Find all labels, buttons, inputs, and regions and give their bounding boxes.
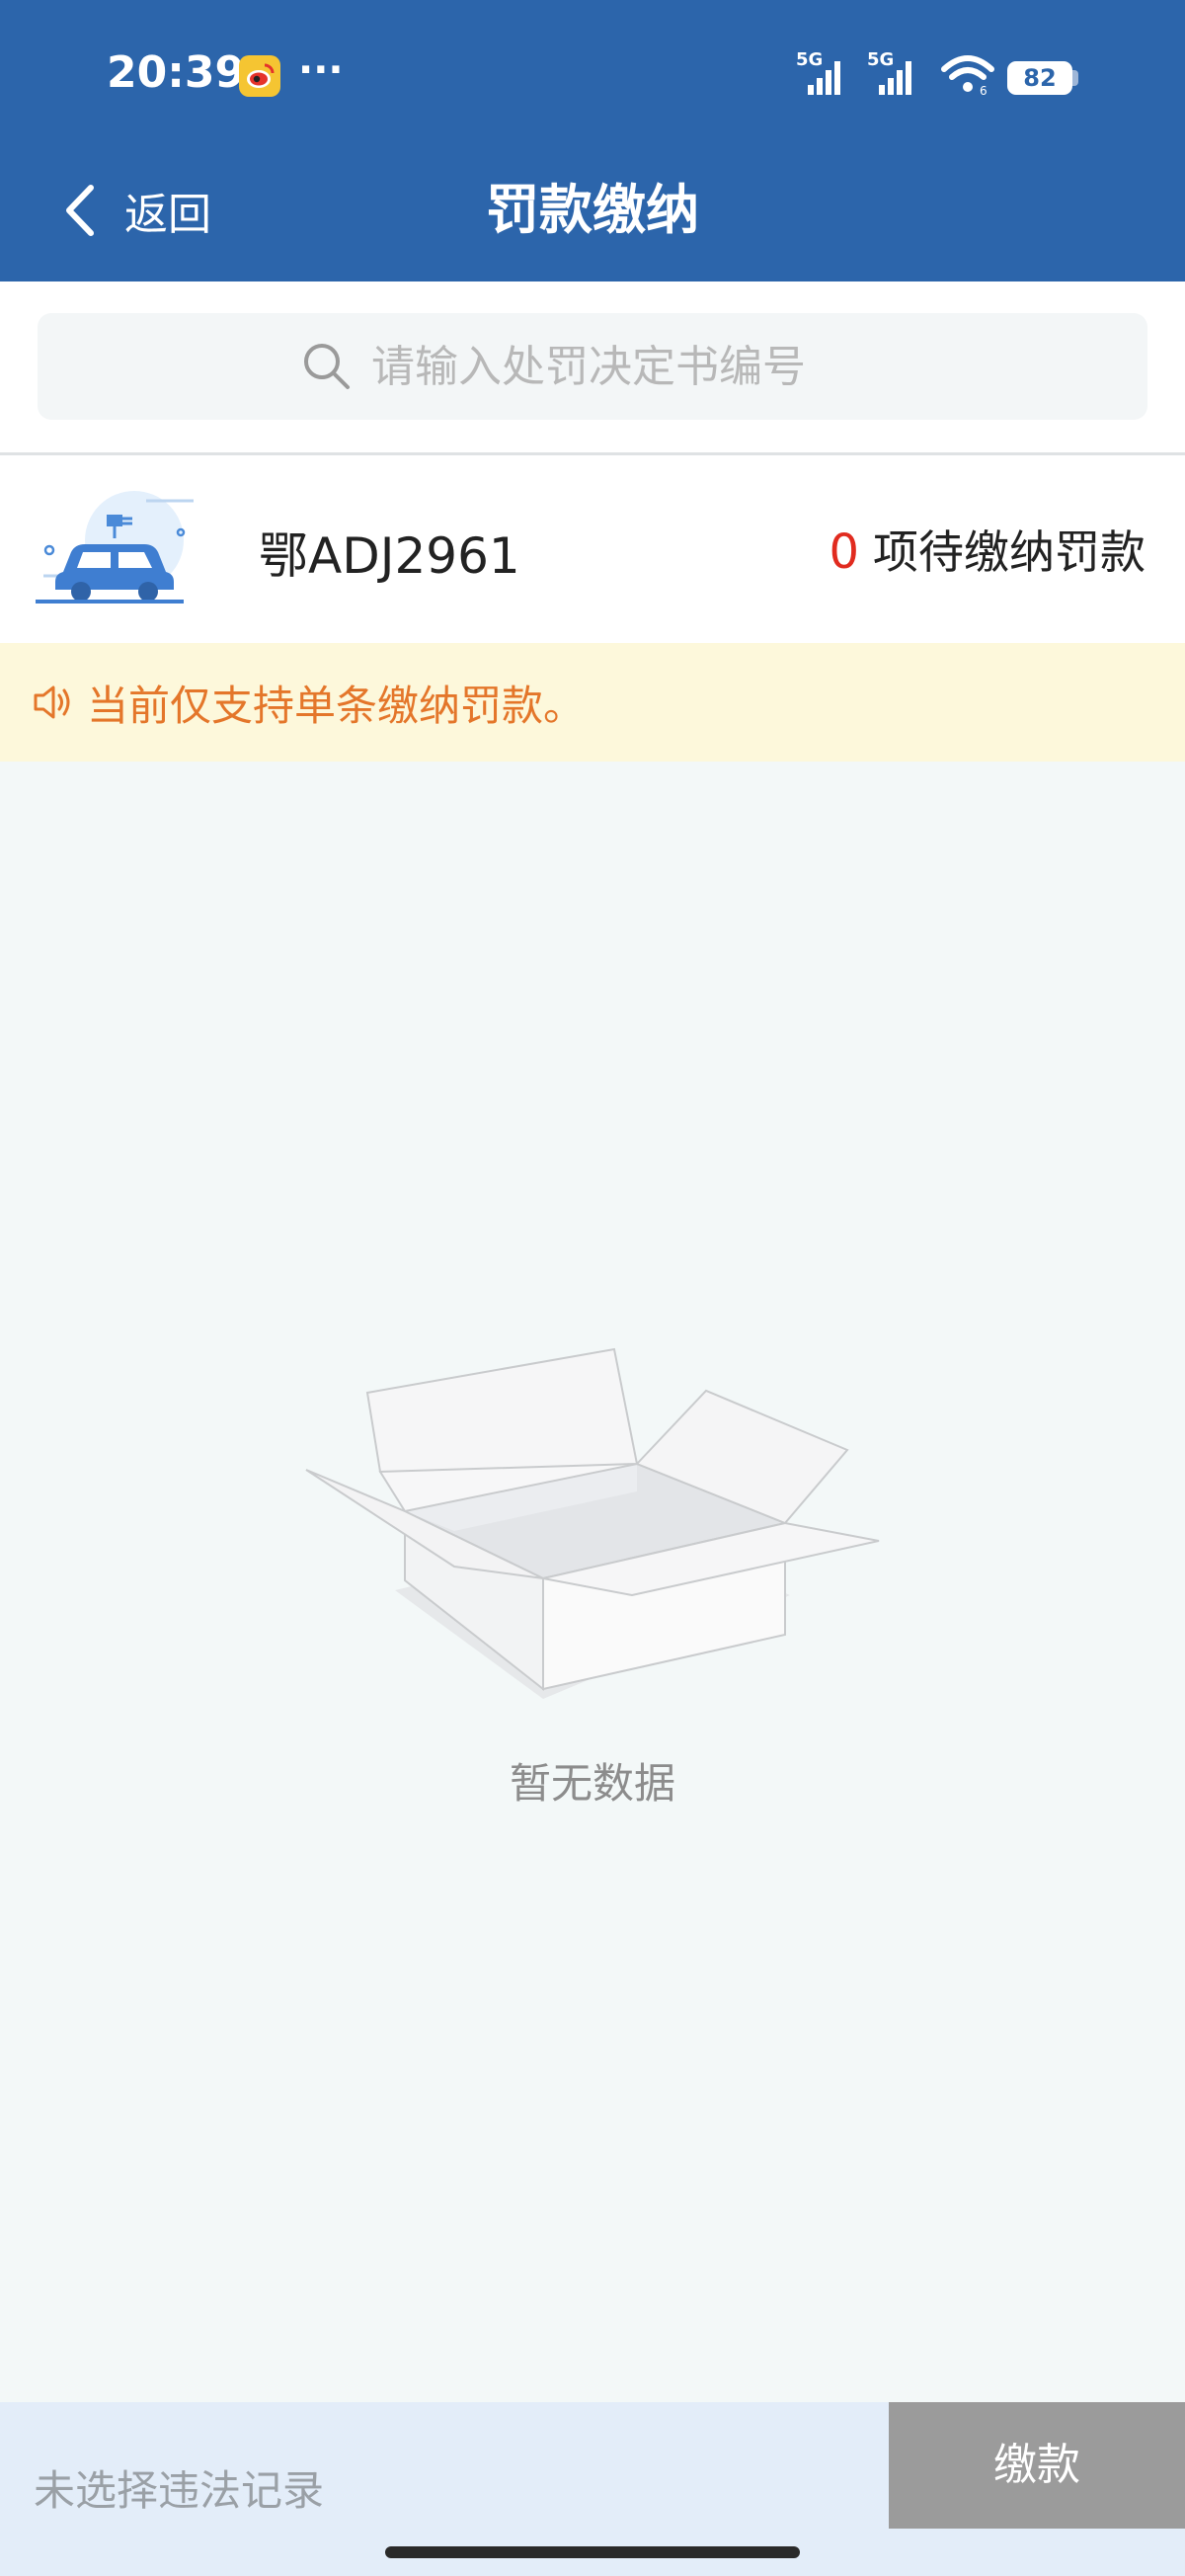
chevron-left-icon [66,185,94,236]
empty-box-illustration [305,1347,880,1699]
battery-indicator: 82 [1007,61,1072,95]
battery-tip [1072,70,1078,86]
status-icons: 5G 5G 6 82 [796,49,1082,99]
pending-label: 项待缴纳罚款 [873,525,1146,579]
status-time: 20:39 [107,47,246,98]
pay-button[interactable]: 缴款 [889,2402,1185,2529]
pending-fines: 0 项待缴纳罚款 [829,517,1146,582]
back-button[interactable]: 返回 [61,176,259,245]
search-input[interactable] [371,341,885,392]
notice-text: 当前仅支持单条缴纳罚款。 [87,681,586,730]
svg-text:6: 6 [980,84,988,98]
vehicle-row[interactable]: 鄂ADJ2961 0 项待缴纳罚款 [0,455,1185,643]
more-notifications-indicator: ··· [298,47,344,93]
page: 20:39 ··· 5G 5G 6 82 罚款缴纳 返回 请输入处罚决定书编号 … [0,0,1185,2576]
home-indicator[interactable] [385,2546,800,2558]
electric-car-icon [36,491,194,604]
search-box[interactable] [38,313,1147,420]
wifi-icon: 6 [940,49,995,103]
search-area [0,282,1185,453]
pending-count: 0 [829,524,859,580]
speaker-icon [34,685,70,719]
back-label: 返回 [124,190,211,240]
selection-status: 未选择违法记录 [34,2466,325,2515]
search-icon [304,344,350,389]
weibo-icon [239,55,280,97]
empty-state-text: 暂无数据 [509,1759,675,1808]
notice-banner: 当前仅支持单条缴纳罚款。 [0,643,1185,762]
license-plate: 鄂ADJ2961 [259,527,520,585]
header: 20:39 ··· 5G 5G 6 82 罚款缴纳 返回 [0,0,1185,282]
